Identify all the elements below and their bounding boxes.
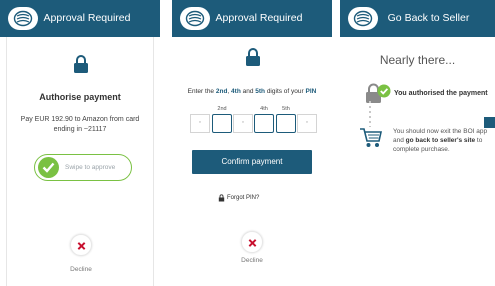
step-connector <box>369 101 371 127</box>
authorised-status: You authorised the payment <box>394 90 488 97</box>
check-icon <box>42 162 55 173</box>
pin-entry-screen: Approval Required Enter the 2nd, 4th and… <box>172 0 332 286</box>
payment-details: Pay EUR 192.90 to Amazon from card endin… <box>20 116 140 133</box>
pin-input-5th[interactable] <box>276 114 296 133</box>
pin-input-2nd[interactable] <box>212 114 232 133</box>
swipe-to-approve-slider[interactable]: Swipe to approve <box>34 154 132 181</box>
pin-instruction: Enter the 2nd, 4th and 5th digits of you… <box>187 88 317 95</box>
page-title: Approval Required <box>215 12 303 24</box>
pin-digit-6: * <box>297 114 317 133</box>
auth-heading: Authorise payment <box>39 92 121 102</box>
swipe-label: Swipe to approve <box>65 164 116 171</box>
decline-button[interactable] <box>241 231 263 253</box>
approval-screen: Approval Required Authorise payment Pay … <box>0 0 160 286</box>
app-header: Approval Required <box>172 0 332 37</box>
exit-instructions: You should now exit the BOI app and go b… <box>393 128 488 153</box>
forgot-pin-link[interactable]: Forgot PIN? <box>218 194 259 202</box>
app-header: Go Back to Seller <box>340 0 495 37</box>
shopping-cart-icon <box>360 128 382 147</box>
decline-label: Decline <box>241 257 263 264</box>
accent-marker <box>484 117 495 128</box>
content-card: Authorise payment Pay EUR 192.90 to Amaz… <box>6 37 154 286</box>
pin-hint-5th: 5th <box>282 106 290 112</box>
lock-icon <box>74 55 88 73</box>
small-lock-icon <box>218 194 225 202</box>
lock-icon <box>246 48 260 66</box>
pin-hint-2nd: 2nd <box>217 106 227 112</box>
pin-digit-1: * <box>190 114 210 133</box>
pin-digit-3: * <box>233 114 253 133</box>
page-title: Approval Required <box>43 12 131 24</box>
decline-button[interactable] <box>70 234 92 256</box>
page-title: Go Back to Seller <box>387 12 470 24</box>
decline-label: Decline <box>70 266 92 273</box>
pin-input-4th[interactable] <box>254 114 274 133</box>
app-header: Approval Required <box>0 0 160 37</box>
go-back-screen: Go Back to Seller Nearly there... You au… <box>340 0 495 286</box>
nearly-there-heading: Nearly there... <box>379 53 456 67</box>
swipe-handle[interactable] <box>38 157 59 178</box>
confirm-payment-button[interactable]: Confirm payment <box>192 150 312 174</box>
pin-hint-4th: 4th <box>260 106 268 112</box>
